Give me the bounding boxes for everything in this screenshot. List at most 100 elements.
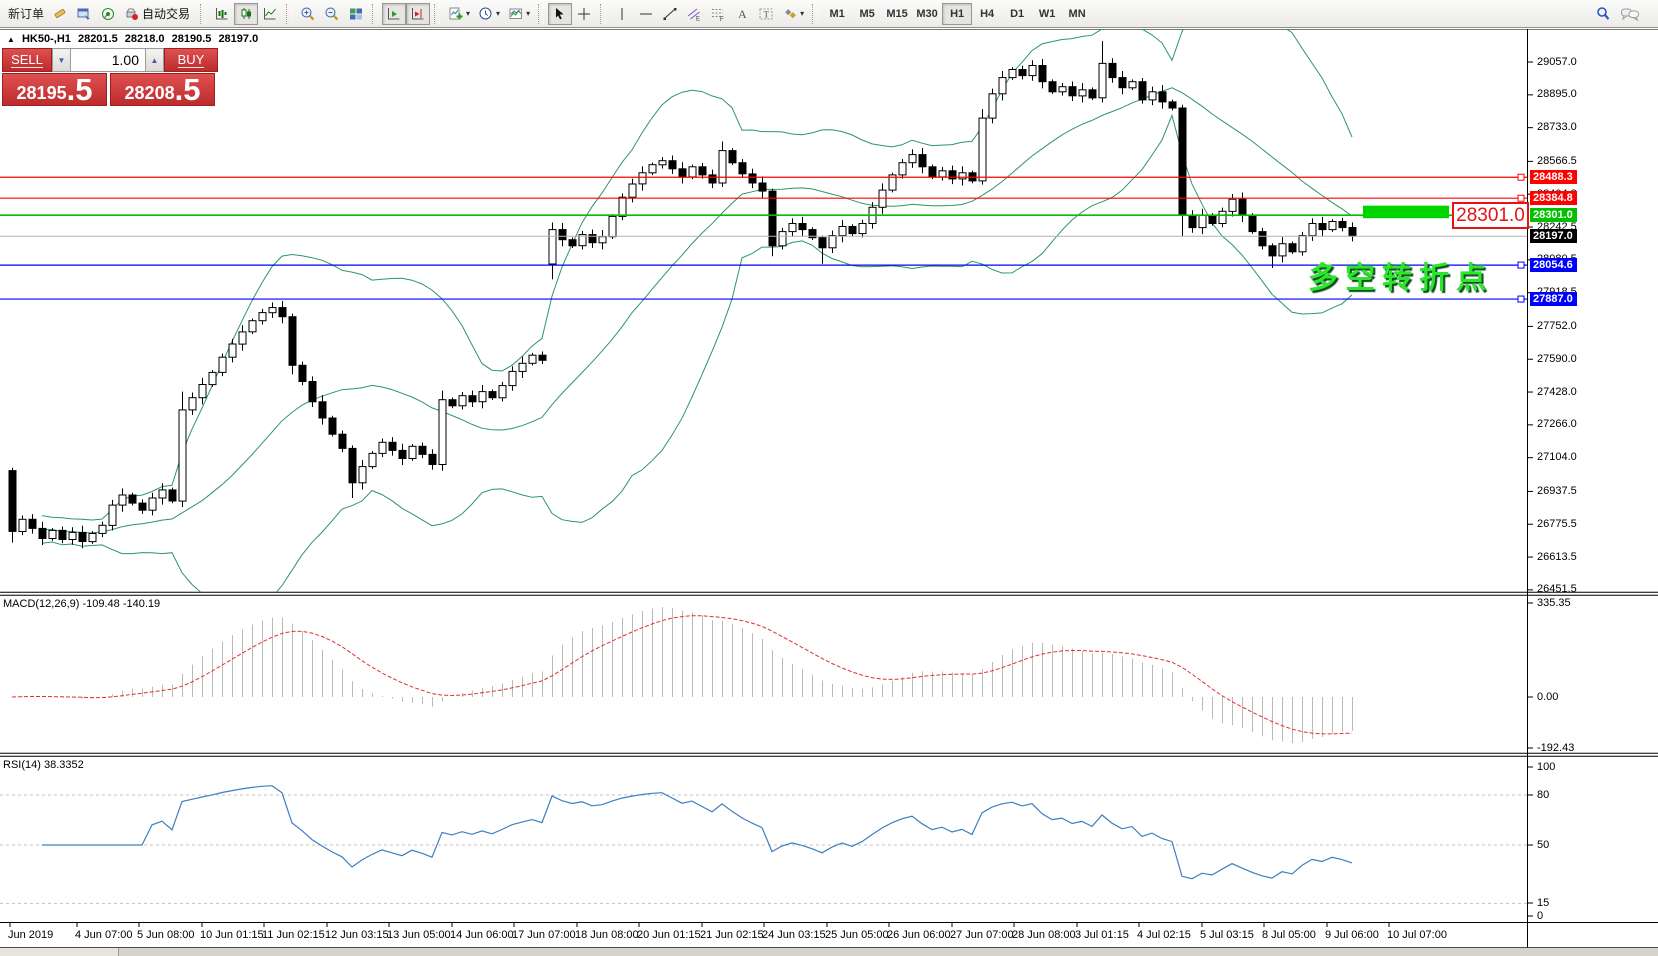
candle — [309, 382, 316, 402]
templates-button[interactable]: ▾ — [504, 3, 534, 25]
candle — [1139, 82, 1146, 100]
candle — [189, 398, 196, 410]
macd-pane — [12, 607, 1353, 743]
date-axis-label: 3 Jul 01:15 — [1075, 929, 1129, 941]
timeframe-w1[interactable]: W1 — [1032, 3, 1062, 25]
candle — [1309, 224, 1316, 236]
equidistant-channel-button[interactable]: E — [682, 3, 706, 25]
candle — [349, 448, 356, 482]
buy-button[interactable]: BUY — [164, 48, 218, 72]
timeframe-m15[interactable]: M15 — [882, 3, 912, 25]
chart-area[interactable]: 29057.028895.028733.028566.528404.828242… — [0, 29, 1658, 956]
candle — [819, 238, 826, 248]
timeframe-mn[interactable]: MN — [1062, 3, 1092, 25]
tile-windows-button[interactable] — [344, 3, 368, 25]
price-tick-label: 27590.0 — [1537, 353, 1577, 365]
candle — [9, 471, 16, 532]
chart-overlays: 29057.028895.028733.028566.528404.828242… — [0, 0, 1658, 956]
text-label-button[interactable]: T — [754, 3, 778, 25]
toolbar-grip — [372, 4, 378, 24]
ohlc-high: 28218.0 — [125, 33, 165, 45]
candle — [1079, 90, 1086, 96]
price-tick-label: 27918.5 — [1537, 286, 1577, 298]
signals-icon[interactable] — [96, 3, 120, 25]
vertical-line-button[interactable] — [610, 3, 634, 25]
highlight-rectangle[interactable] — [1363, 206, 1449, 219]
candle — [1209, 215, 1216, 223]
fibonacci-icon: F — [710, 6, 726, 22]
bollinger-lower — [42, 115, 1352, 609]
price-tick-label: 29057.0 — [1537, 56, 1577, 68]
price-tick-label: 27752.0 — [1537, 320, 1577, 332]
chart-shift-button[interactable] — [406, 3, 430, 25]
line-chart-icon — [262, 6, 278, 22]
zoom-out-button[interactable] — [320, 3, 344, 25]
volume-increase-button[interactable]: ▲ — [145, 48, 164, 72]
trendline-button[interactable] — [658, 3, 682, 25]
auto-scroll-button[interactable] — [382, 3, 406, 25]
macd-header: MACD(12,26,9) -109.48 -140.19 — [3, 598, 160, 610]
candle — [729, 151, 736, 163]
timeframe-m1[interactable]: M1 — [822, 3, 852, 25]
macd-tick-label: 335.35 — [1537, 597, 1571, 609]
candle — [299, 365, 306, 381]
rsi-tick-label: 100 — [1537, 761, 1555, 773]
indicators-button[interactable]: ▾ — [444, 3, 474, 25]
timeframe-m5[interactable]: M5 — [852, 3, 882, 25]
sell-price[interactable]: 28195 .5 — [2, 73, 107, 106]
rsi-tick-label: 80 — [1537, 789, 1549, 801]
vertical-line-icon — [614, 6, 630, 22]
candle — [439, 400, 446, 465]
timeframe-h4[interactable]: H4 — [972, 3, 1002, 25]
candle — [259, 313, 266, 321]
text-button[interactable]: A — [730, 3, 754, 25]
horizontal-line-button[interactable] — [634, 3, 658, 25]
rsi-tick-label: 0 — [1537, 910, 1543, 922]
line-chart-button[interactable] — [258, 3, 282, 25]
auto-trading-button[interactable]: 自动交易 — [120, 3, 196, 25]
candle — [609, 216, 616, 236]
candle — [499, 386, 506, 398]
timeframe-m30[interactable]: M30 — [912, 3, 942, 25]
timeframe-d1[interactable]: D1 — [1002, 3, 1032, 25]
price-level-badge: 28384.8 — [1530, 191, 1577, 205]
new-order-button[interactable]: 新订单 — [4, 3, 48, 25]
zoom-in-button[interactable] — [296, 3, 320, 25]
volume-input[interactable] — [71, 48, 145, 72]
candle — [1259, 232, 1266, 246]
cursor-button[interactable] — [548, 3, 572, 25]
bar-chart-button[interactable] — [210, 3, 234, 25]
auto-scroll-icon — [386, 6, 402, 22]
arrow-shapes-icon — [782, 6, 798, 22]
candle — [159, 490, 166, 498]
candle — [219, 357, 226, 372]
arrows-button[interactable]: ▾ — [778, 3, 808, 25]
candle — [989, 94, 996, 118]
volume-decrease-button[interactable]: ▼ — [52, 48, 71, 72]
chat-button[interactable] — [1616, 3, 1644, 25]
charts-icon[interactable] — [48, 3, 72, 25]
candle — [1019, 70, 1026, 76]
candle — [149, 498, 156, 510]
candle — [789, 224, 796, 232]
terminal-icon[interactable] — [72, 3, 96, 25]
fibonacci-button[interactable]: F — [706, 3, 730, 25]
date-axis-label: 9 Jul 06:00 — [1325, 929, 1379, 941]
horizontal-line-icon — [638, 6, 654, 22]
price-callout-label[interactable]: 28301.0 — [1452, 202, 1529, 229]
date-axis-label: 21 Jun 02:15 — [700, 929, 764, 941]
candle — [329, 418, 336, 434]
search-button[interactable] — [1591, 3, 1616, 25]
rsi-tick-label: 15 — [1537, 897, 1549, 909]
crosshair-button[interactable] — [572, 3, 596, 25]
timeframe-h1[interactable]: H1 — [942, 3, 972, 25]
buy-price[interactable]: 28208 .5 — [110, 73, 215, 106]
turning-point-annotation[interactable]: 多空转折点 — [1308, 253, 1493, 297]
candlestick-chart-button[interactable] — [234, 3, 258, 25]
periods-button[interactable]: ▾ — [474, 3, 504, 25]
price-tick-label: 26613.5 — [1537, 551, 1577, 563]
sell-button[interactable]: SELL — [2, 48, 52, 72]
rsi-line — [42, 786, 1352, 879]
ohlc-low: 28190.5 — [172, 33, 212, 45]
rsi-tick-label: 50 — [1537, 839, 1549, 851]
